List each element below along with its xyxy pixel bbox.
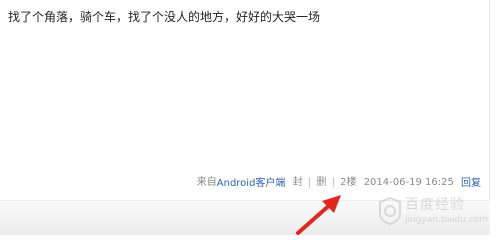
meta-separator: | [307,177,312,188]
post-content: 找了个角落，骑个车，找了个没人的地方，好好的大哭一场 [8,10,321,24]
red-arrow-icon [296,195,341,235]
watermark-brand: 百度经验 [405,197,465,213]
seal-link[interactable]: 封 [293,176,303,190]
meta-separator: | [331,177,335,188]
baidu-seal-icon [379,196,401,226]
reply-link[interactable]: 回复 [461,178,481,189]
post-panel: 找了个角落，骑个车，找了个没人的地方，好好的大哭一场 来自Android客户端 … [0,0,490,200]
delete-link[interactable]: 删 [316,176,326,190]
source-prefix: 来自 [196,177,217,188]
watermark-url: jingyan.baidu.com [405,215,489,225]
post-timestamp: 2014-06-19 16:25 [363,177,454,188]
post-meta-bar: 来自Android客户端 封 | 删 | 2楼 2014-06-19 16:25… [197,176,481,191]
floor-number: 2楼 [340,177,357,188]
watermark: 百度经验 jingyan.baidu.com [377,193,497,235]
source-link[interactable]: Android客户端 [217,178,286,189]
